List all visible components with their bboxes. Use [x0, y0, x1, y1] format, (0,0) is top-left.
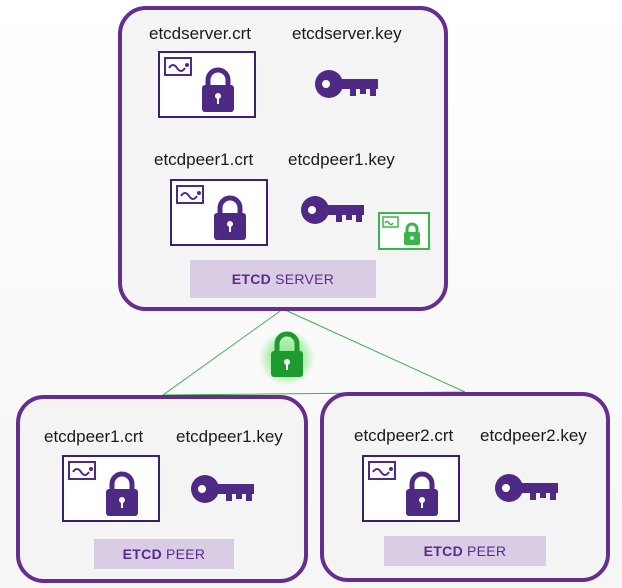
certificate-icon: [62, 455, 160, 522]
key-icon: [300, 192, 366, 228]
etcd-peer1-box: etcdpeer1.crt etcdpeer1.key ETCD PEER: [16, 395, 308, 583]
lock-icon: [214, 195, 246, 240]
etcd-server-box: etcdserver.crt etcdserver.key etcdpeer1.…: [118, 6, 448, 311]
lock-icon: [406, 471, 438, 516]
key-icon: [494, 470, 560, 506]
banner-bold: ETCD: [122, 546, 162, 562]
banner-bold: ETCD: [423, 543, 463, 559]
server-peer-key-label: etcdpeer1.key: [288, 150, 395, 169]
green-ca-certificate-icon: [378, 212, 430, 250]
key-icon: [190, 471, 256, 507]
lock-icon: [202, 67, 234, 112]
server-cert-label: etcdserver.crt: [149, 24, 252, 43]
etcd-peer2-banner: ETCD PEER: [384, 536, 546, 566]
banner-bold: ETCD: [231, 271, 272, 287]
certificate-icon: [158, 51, 256, 118]
server-peer-cert-label: etcdpeer1.crt: [154, 150, 254, 169]
green-tls-lock-icon: [259, 330, 315, 386]
certificate-icon: [362, 455, 460, 522]
etcd-peer2-box: etcdpeer2.crt etcdpeer2.key ETCD PEER: [320, 392, 610, 582]
etcd-peer1-banner: ETCD PEER: [94, 539, 234, 569]
banner-rest: PEER: [165, 546, 206, 562]
key-icon: [314, 66, 380, 102]
certificate-icon: [170, 179, 268, 246]
lock-icon: [106, 471, 138, 516]
peer2-key-label: etcdpeer2.key: [480, 426, 587, 445]
peer1-key-label: etcdpeer1.key: [176, 427, 283, 446]
peer1-cert-label: etcdpeer1.crt: [44, 427, 144, 446]
etcd-server-banner: ETCD SERVER: [190, 260, 376, 298]
banner-rest: SERVER: [275, 271, 335, 287]
peer2-cert-label: etcdpeer2.crt: [354, 426, 454, 445]
banner-rest: PEER: [466, 543, 507, 559]
server-key-label: etcdserver.key: [292, 24, 402, 43]
